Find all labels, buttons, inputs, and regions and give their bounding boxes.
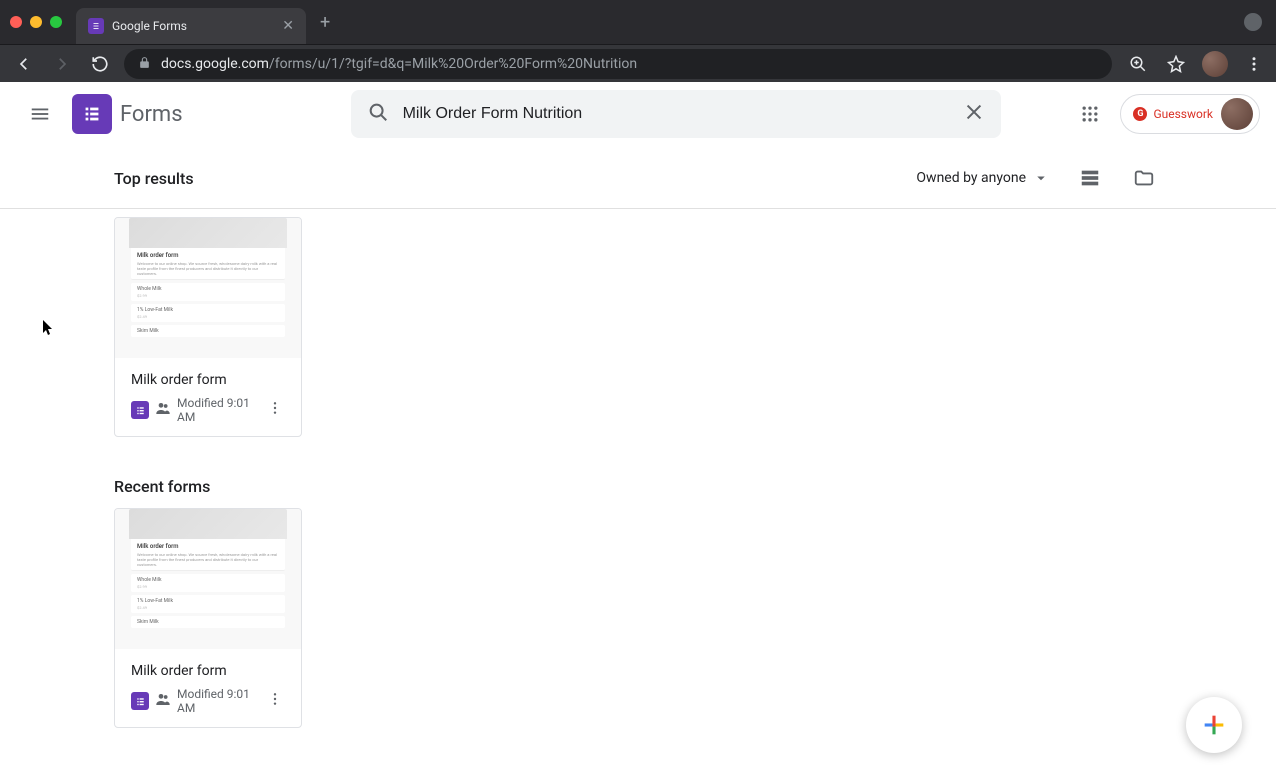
top-results-heading: Top results bbox=[114, 169, 194, 188]
card-title: Milk order form bbox=[131, 372, 285, 388]
card-more-button[interactable] bbox=[265, 691, 285, 711]
window-minimize-button[interactable] bbox=[30, 16, 42, 28]
open-picker-button[interactable] bbox=[1126, 160, 1162, 196]
search-box[interactable] bbox=[351, 90, 1001, 138]
browser-actions bbox=[1126, 50, 1266, 78]
window-controls bbox=[10, 16, 62, 28]
plus-multicolor-icon bbox=[1200, 711, 1228, 739]
tab-close-button[interactable]: ✕ bbox=[282, 18, 294, 34]
main-menu-button[interactable] bbox=[16, 90, 64, 138]
bookmark-icon[interactable] bbox=[1164, 50, 1188, 78]
card-thumbnail: Milk order form Welcome to our online sh… bbox=[115, 218, 301, 358]
tab-favicon-icon bbox=[88, 18, 104, 34]
create-new-button[interactable] bbox=[1186, 697, 1242, 753]
owner-filter-label: Owned by anyone bbox=[916, 170, 1026, 186]
header-right: G Guesswork bbox=[1070, 94, 1260, 134]
browser-tab[interactable]: Google Forms ✕ bbox=[76, 8, 306, 44]
content-area: Milk order form Welcome to our online sh… bbox=[0, 209, 1276, 768]
card-thumbnail: Milk order form Welcome to our online sh… bbox=[115, 509, 301, 649]
owner-filter-dropdown[interactable]: Owned by anyone bbox=[912, 163, 1054, 193]
card-title: Milk order form bbox=[131, 663, 285, 679]
recent-forms-grid: Milk order form Welcome to our online sh… bbox=[114, 508, 1162, 728]
search-icon bbox=[367, 101, 389, 127]
guesswork-chip[interactable]: G Guesswork bbox=[1120, 94, 1260, 134]
tab-strip: Google Forms ✕ + bbox=[0, 0, 1276, 44]
search-input[interactable] bbox=[403, 105, 949, 123]
lock-icon bbox=[138, 54, 151, 73]
address-bar[interactable]: docs.google.com/forms/u/1/?tgif=d&q=Milk… bbox=[124, 49, 1112, 79]
tab-title: Google Forms bbox=[112, 19, 274, 33]
zoom-icon[interactable] bbox=[1126, 50, 1150, 78]
card-more-button[interactable] bbox=[265, 400, 285, 420]
card-modified-date: Modified 9:01 AM bbox=[177, 396, 259, 424]
url-text: docs.google.com/forms/u/1/?tgif=d&q=Milk… bbox=[161, 56, 637, 72]
account-avatar[interactable] bbox=[1221, 98, 1253, 130]
card-meta: Milk order form Modified 9:01 AM bbox=[115, 649, 301, 727]
new-tab-button[interactable]: + bbox=[320, 12, 330, 33]
list-view-button[interactable] bbox=[1072, 160, 1108, 196]
window-close-button[interactable] bbox=[10, 16, 22, 28]
app-header: Forms G Guesswork bbox=[0, 82, 1276, 146]
chevron-down-icon bbox=[1032, 169, 1050, 187]
filter-controls: Owned by anyone bbox=[912, 160, 1162, 196]
shared-icon bbox=[155, 691, 171, 711]
form-card[interactable]: Milk order form Welcome to our online sh… bbox=[114, 508, 302, 728]
forms-doc-icon bbox=[131, 401, 149, 419]
browser-profile-icon[interactable] bbox=[1244, 13, 1262, 31]
card-modified-date: Modified 9:01 AM bbox=[177, 687, 259, 715]
shared-icon bbox=[155, 400, 171, 420]
google-apps-button[interactable] bbox=[1070, 94, 1110, 134]
form-card[interactable]: Milk order form Welcome to our online sh… bbox=[114, 217, 302, 437]
forms-logo-icon bbox=[72, 94, 112, 134]
product-name: Forms bbox=[120, 102, 183, 127]
forms-doc-icon bbox=[131, 692, 149, 710]
recent-forms-heading: Recent forms bbox=[114, 477, 1162, 496]
filter-bar: Top results Owned by anyone bbox=[0, 146, 1276, 209]
forward-button[interactable] bbox=[48, 50, 76, 78]
browser-chrome: Google Forms ✕ + docs.google.com/forms/u… bbox=[0, 0, 1276, 82]
back-button[interactable] bbox=[10, 50, 38, 78]
browser-menu-button[interactable] bbox=[1242, 50, 1266, 78]
top-results-grid: Milk order form Welcome to our online sh… bbox=[114, 217, 1162, 437]
logo-area[interactable]: Forms bbox=[72, 94, 183, 134]
reload-button[interactable] bbox=[86, 50, 114, 78]
clear-search-button[interactable] bbox=[963, 101, 985, 128]
browser-toolbar: docs.google.com/forms/u/1/?tgif=d&q=Milk… bbox=[0, 44, 1276, 82]
browser-avatar[interactable] bbox=[1202, 51, 1228, 77]
window-maximize-button[interactable] bbox=[50, 16, 62, 28]
guesswork-icon: G bbox=[1133, 107, 1147, 121]
guesswork-label: Guesswork bbox=[1153, 107, 1213, 121]
card-meta: Milk order form Modified 9:01 AM bbox=[115, 358, 301, 436]
